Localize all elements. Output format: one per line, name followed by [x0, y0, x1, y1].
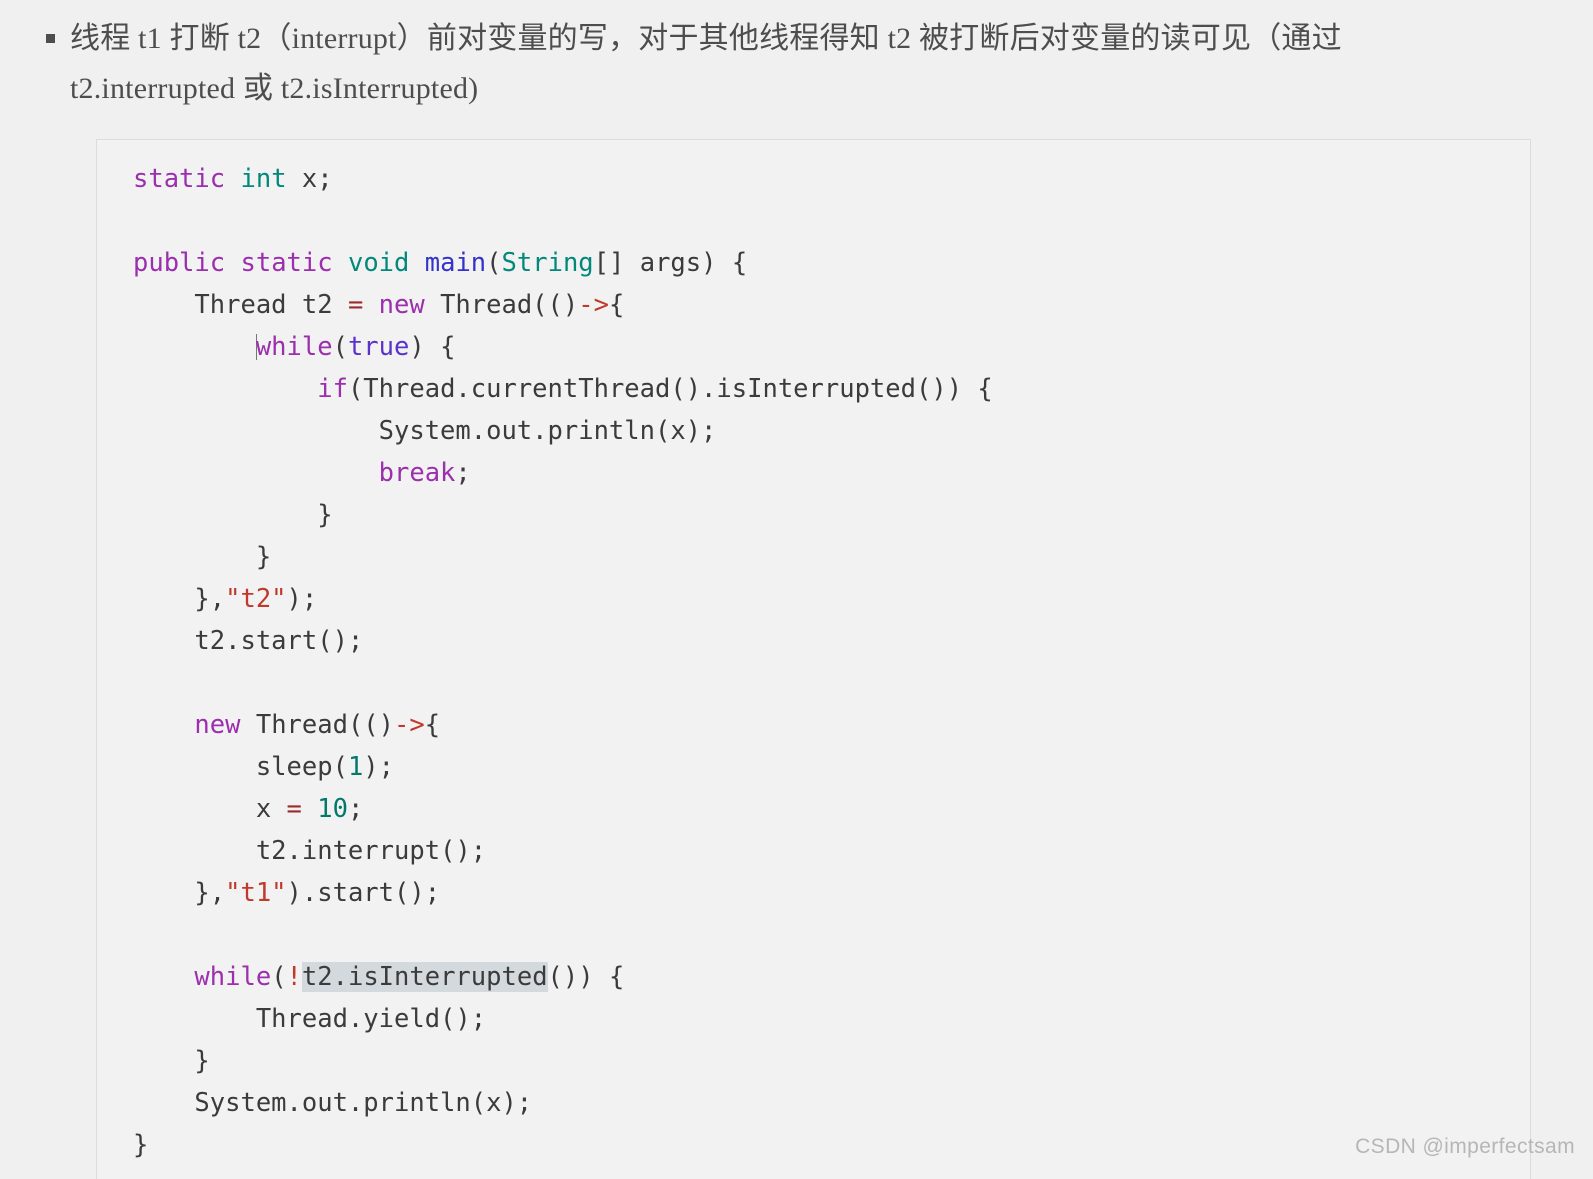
code-line-15: sleep(1);: [133, 752, 395, 782]
code-scroll-area[interactable]: static int x; public static void main(St…: [97, 140, 1530, 1166]
code-line-7: System.out.println(x);: [133, 416, 717, 446]
square-bullet-icon: [46, 34, 55, 43]
java-code-listing[interactable]: static int x; public static void main(St…: [133, 158, 1530, 1166]
code-line-22: }: [133, 1046, 210, 1076]
code-line-9: }: [133, 500, 333, 530]
note-list-item: 线程 t1 打断 t2（interrupt）前对变量的写，对于其他线程得知 t2…: [44, 14, 1533, 114]
code-line-18: },"t1").start();: [133, 878, 441, 908]
code-line-14: new Thread(()->{: [194, 710, 441, 740]
code-line-10: }: [133, 542, 272, 572]
code-line-1: static int x;: [133, 164, 333, 194]
code-line-3: public static void main(String[] args) {: [133, 248, 748, 278]
code-line-12: t2.start();: [133, 626, 364, 656]
code-line-6: if(Thread.currentThread().isInterrupted(…: [317, 374, 993, 404]
code-line-5: while(true) {: [255, 332, 456, 362]
code-line-21: Thread.yield();: [133, 1004, 487, 1034]
code-selection-highlight: t2.isInterrupted: [301, 962, 548, 992]
note-block: 线程 t1 打断 t2（interrupt）前对变量的写，对于其他线程得知 t2…: [0, 0, 1593, 114]
code-line-8: break;: [378, 458, 471, 488]
code-line-11: },"t2");: [133, 584, 318, 614]
csdn-watermark: CSDN @imperfectsam: [1355, 1135, 1575, 1158]
note-line-1: 线程 t1 打断 t2（interrupt）前对变量的写，对于其他线程得知 t2…: [70, 22, 1342, 55]
code-line-16: x = 10;: [133, 794, 364, 824]
code-block-card[interactable]: static int x; public static void main(St…: [96, 139, 1531, 1179]
code-line-20: while(!t2.isInterrupted()) {: [194, 962, 625, 992]
note-line-2: t2.interrupted 或 t2.isInterrupted): [70, 72, 479, 105]
code-line-17: t2.interrupt();: [133, 836, 487, 866]
code-line-4: Thread t2 = new Thread(()->{: [133, 290, 625, 320]
code-line-23: System.out.println(x);: [133, 1088, 533, 1118]
code-line-24: }: [133, 1130, 149, 1160]
